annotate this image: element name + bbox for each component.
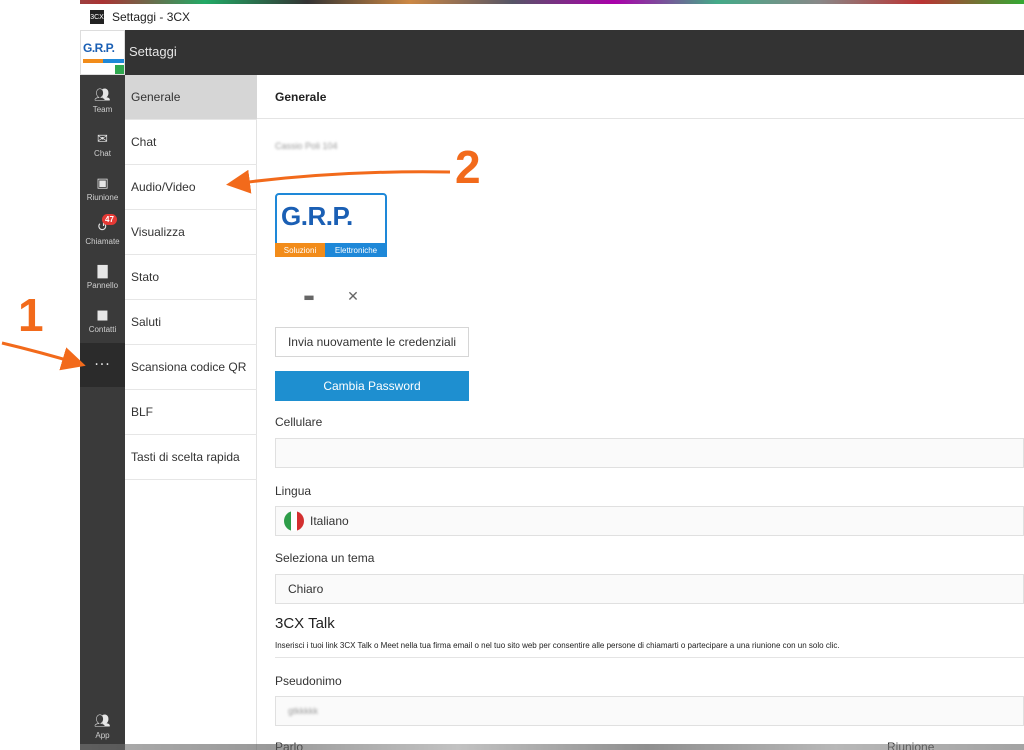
rail-item-panel[interactable]: ▇ Pannello	[80, 255, 125, 299]
menu-item-greetings[interactable]: Saluti	[125, 300, 257, 345]
app-logo-icon: 3CX	[90, 10, 104, 24]
profile-picture[interactable]: G.R.P. Soluzioni Elettroniche	[275, 193, 387, 258]
rail-item-label: Team	[92, 104, 113, 114]
chat-icon: ✉	[97, 131, 108, 147]
logo-bar-blue	[103, 59, 124, 63]
language-label: Lingua	[275, 484, 312, 498]
rail-item-label: App	[95, 730, 110, 740]
menu-item-shortcuts[interactable]: Tasti di scelta rapida	[125, 435, 257, 480]
app-icon: 👥︎	[94, 713, 111, 729]
desktop-strip-bottom	[80, 744, 1024, 750]
meeting-icon: ▣	[96, 175, 109, 191]
rail-item-calls[interactable]: ↺ 47 Chiamate	[80, 211, 125, 255]
profile-logo-subtitle-right: Elettroniche	[325, 243, 387, 257]
change-password-button[interactable]: Cambia Password	[275, 371, 469, 401]
missed-calls-badge: 47	[102, 214, 117, 225]
window-title: Settaggi - 3CX	[112, 10, 191, 24]
company-logo-text: G.R.P.	[83, 41, 115, 55]
divider	[275, 657, 1024, 658]
language-select[interactable]: Italiano	[275, 506, 1024, 536]
screenshot-root: 3CX Settaggi - 3CX G.R.P. Settaggi 👥︎ Te…	[0, 0, 1024, 750]
rail-item-label: Chiamate	[85, 236, 120, 246]
language-value: Italiano	[310, 514, 349, 528]
rail-item-chat[interactable]: ✉ Chat	[80, 123, 125, 167]
rail-item-contacts[interactable]: ■ Contatti	[80, 299, 125, 343]
menu-item-general[interactable]: Generale	[125, 75, 257, 120]
panel-icon: ▇	[97, 263, 108, 279]
rail-item-label: Chat	[94, 148, 111, 158]
mobile-label: Cellulare	[275, 415, 323, 429]
menu-item-blf[interactable]: BLF	[125, 390, 257, 435]
team-icon: 👥︎	[94, 87, 111, 103]
nickname-value: gtkkkkk	[288, 706, 319, 716]
desktop-margin	[0, 0, 80, 750]
rail-item-label: Pannello	[86, 280, 119, 290]
resend-credentials-button[interactable]: Invia nuovamente le credenziali	[275, 327, 469, 357]
more-icon: ···	[94, 357, 111, 373]
menu-item-status[interactable]: Stato	[125, 255, 257, 300]
company-logo: G.R.P.	[80, 30, 125, 75]
rail-item-more[interactable]: ···	[80, 343, 125, 387]
page-title: Settaggi	[129, 44, 177, 59]
rail-item-label: Contatti	[88, 324, 117, 334]
rail-item-app[interactable]: 👥︎ App	[80, 705, 125, 749]
nickname-label: Pseudonimo	[275, 674, 342, 688]
italy-flag-icon	[284, 511, 304, 531]
window-titlebar: 3CX Settaggi - 3CX	[80, 4, 1024, 30]
app-header: G.R.P. Settaggi	[80, 30, 1024, 75]
folder-icon[interactable]: ▬	[299, 289, 319, 305]
contacts-icon: ■	[96, 307, 109, 323]
settings-content: Generale Cassio Poli 104 G.R.P. Soluzion…	[257, 75, 1024, 750]
profile-logo-text: G.R.P.	[281, 201, 353, 231]
close-icon[interactable]: ✕	[343, 289, 363, 305]
theme-select[interactable]: Chiaro	[275, 574, 1024, 604]
talk-section-description: Inserisci i tuoi link 3CX Talk o Meet ne…	[275, 641, 840, 650]
nickname-field[interactable]: gtkkkkk	[275, 696, 1024, 726]
nav-rail: 👥︎ Team ✉ Chat ▣ Riunione ↺ 47 Chiamate …	[80, 75, 125, 750]
settings-menu: Generale Chat Audio/Video Visualizza Sta…	[125, 75, 257, 750]
rail-item-label: Riunione	[86, 192, 119, 202]
logo-bar-orange	[83, 59, 103, 63]
rail-item-meeting[interactable]: ▣ Riunione	[80, 167, 125, 211]
menu-item-audio-video[interactable]: Audio/Video	[125, 165, 257, 210]
talk-section-title: 3CX Talk	[275, 615, 335, 632]
annotation-number-2: 2	[455, 141, 481, 193]
menu-item-display[interactable]: Visualizza	[125, 210, 257, 255]
mobile-field[interactable]	[275, 438, 1024, 468]
menu-item-chat[interactable]: Chat	[125, 120, 257, 165]
user-name: Cassio Poli 104	[275, 141, 338, 151]
section-header: Generale	[257, 75, 1024, 119]
profile-logo-subtitle-left: Soluzioni	[275, 243, 325, 257]
menu-item-scan-qr[interactable]: Scansiona codice QR	[125, 345, 257, 390]
annotation-number-1: 1	[18, 289, 44, 341]
logo-bar-green	[115, 65, 124, 74]
rail-item-team[interactable]: 👥︎ Team	[80, 79, 125, 123]
theme-label: Seleziona un tema	[275, 551, 375, 565]
